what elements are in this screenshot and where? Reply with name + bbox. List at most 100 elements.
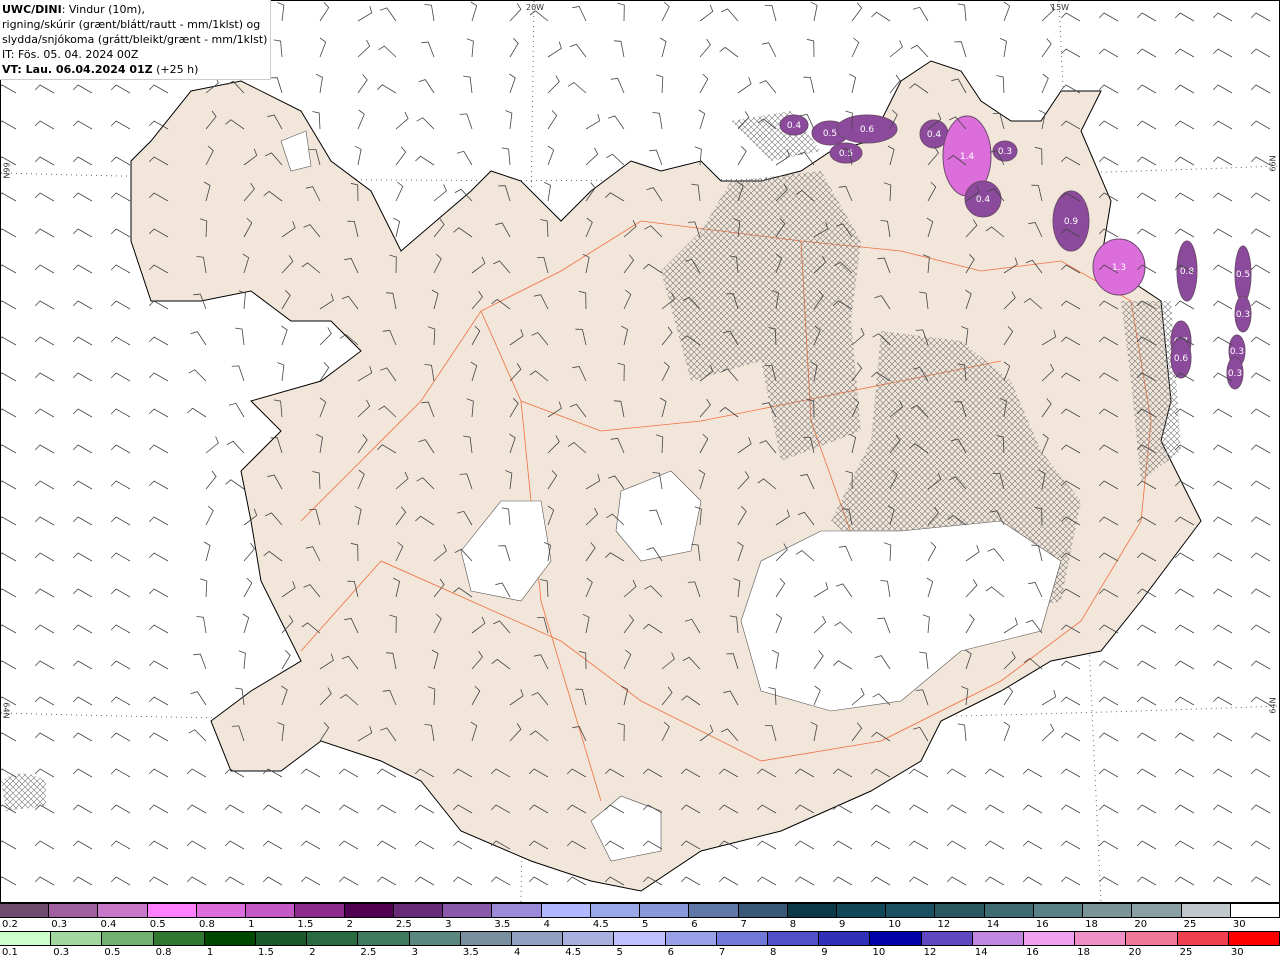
wind-barb [148, 408, 169, 418]
wind-barb [110, 696, 131, 706]
wind-barb [1250, 228, 1271, 238]
legend-label: 0.4 [100, 919, 117, 930]
wind-barb [72, 444, 93, 454]
wind-barb [832, 876, 853, 886]
wind-barb [1098, 732, 1119, 742]
wind-barb [224, 804, 245, 814]
wind-barb [1174, 12, 1195, 22]
wind-barb [870, 804, 891, 814]
legend-swatch [1177, 932, 1229, 945]
legend-label: 30 [1232, 919, 1246, 930]
wind-barb [1136, 228, 1157, 238]
legend-swatch [409, 932, 461, 945]
wind-barb [1041, 723, 1055, 742]
wind-barb [418, 79, 435, 94]
legend-swatch [689, 904, 739, 917]
wind-barb [72, 876, 93, 886]
wind-barb [737, 77, 752, 94]
lat-label-66n-left: 66N [1, 162, 11, 179]
wind-barb [421, 41, 435, 58]
wind-barb [277, 2, 285, 22]
legend-swatch [921, 932, 973, 945]
snow-amount-label: 0.3 [1228, 369, 1242, 379]
wind-barb [110, 516, 131, 526]
wind-barb [205, 436, 219, 454]
legend-swatch [492, 904, 542, 917]
wind-barb [719, 46, 739, 58]
wind-barb [0, 732, 17, 742]
legend-label: 4.5 [592, 919, 609, 930]
legend-label: 3 [411, 947, 418, 958]
wind-barb [378, 45, 397, 58]
wind-barb [1250, 480, 1271, 490]
wind-barb [1098, 48, 1119, 58]
legend-swatch [51, 932, 103, 945]
wind-barb [1212, 804, 1233, 814]
wind-barb [996, 75, 1005, 94]
wind-barb [501, 147, 511, 166]
legend-swatch [665, 932, 717, 945]
wind-barb [110, 552, 131, 562]
wind-barb [205, 505, 214, 526]
legend-swatch [1181, 904, 1231, 917]
legend-label: 7 [740, 919, 747, 930]
wind-barb [1174, 84, 1195, 94]
wind-barb [509, 38, 519, 58]
wind-barb [312, 111, 321, 130]
legend-label: 0.8 [155, 947, 172, 958]
lat-label-64n-left: 64N [1, 702, 11, 719]
wind-barb [262, 840, 283, 850]
legend-swatch [886, 904, 936, 917]
wind-barb [0, 480, 17, 490]
wind-barb [186, 876, 207, 886]
wind-barb [1098, 696, 1119, 706]
wind-barb [414, 804, 435, 814]
wind-barb [585, 113, 601, 130]
lon-label-15w: 15W [1051, 3, 1070, 12]
wind-barb [1212, 264, 1233, 274]
title-line2: rigning/skúrir (grænt/blátt/rautt - mm/1… [2, 18, 261, 31]
wind-barb [1212, 588, 1233, 598]
wind-barb [1136, 768, 1157, 778]
wind-barb [1136, 192, 1157, 202]
legend-swatch [0, 904, 50, 917]
wind-barb [414, 876, 435, 886]
wind-barb [1250, 516, 1271, 526]
wind-barb [148, 444, 169, 454]
snow-amount-label: 0.3 [1230, 347, 1244, 357]
wind-barb [849, 73, 857, 94]
wind-barb [34, 876, 55, 886]
wind-barb [655, 74, 664, 94]
wind-barb [415, 155, 435, 166]
wind-barb [1212, 228, 1233, 238]
legend-swatch [563, 932, 615, 945]
wind-barb [608, 115, 625, 130]
legend-label: 7 [718, 947, 726, 958]
wind-barb [764, 5, 777, 22]
wind-barb [34, 840, 55, 850]
wind-barb [376, 876, 397, 886]
wind-barb [547, 41, 562, 58]
wind-barb [1041, 38, 1052, 58]
snow-amount-label: 0.4 [927, 130, 942, 140]
wind-barb [338, 840, 359, 850]
wind-barb [1212, 84, 1233, 94]
legend-swatch [1132, 904, 1182, 917]
wind-barb [680, 876, 701, 886]
wind-barb [190, 331, 207, 346]
legend-label: 0.8 [198, 919, 215, 930]
legend-swatch [153, 932, 205, 945]
legend-label: 2 [309, 947, 316, 958]
wind-barb [148, 516, 169, 526]
legend-label: 2.5 [360, 947, 377, 958]
wind-barb [984, 840, 1005, 850]
wind-barb [1174, 156, 1195, 166]
wind-barb [1250, 588, 1271, 598]
wind-barb [199, 578, 208, 598]
weather-map: 0.4 0.5 0.6 0.5 0.4 1.4 0.3 0.4 0.9 1.3 0.8 0.5 0.3 0… [0, 0, 1280, 903]
legend-swatch [98, 904, 148, 917]
legend-swatch [590, 904, 641, 917]
legend-label: 14 [974, 947, 988, 958]
legend-swatch [358, 932, 410, 945]
snow-amount-label: 0.6 [860, 125, 875, 135]
